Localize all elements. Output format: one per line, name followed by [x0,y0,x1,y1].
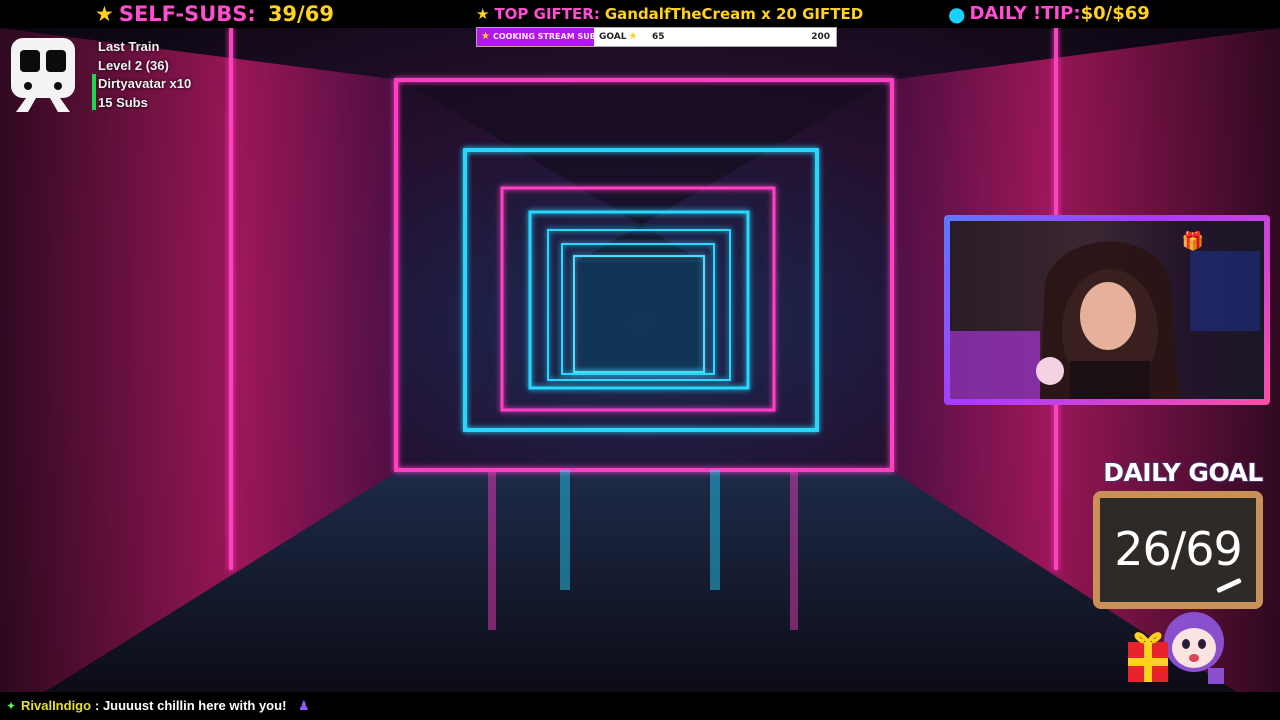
train-level: Level 2 (36) [98,57,169,73]
piggy-bank-icon: ● [948,2,966,26]
self-subs-counter: ★ SELF-SUBS: 39/69 [95,0,334,28]
goal-current: 65 [652,32,665,42]
train-icon [11,38,75,112]
chat-username: RivalIndigo [21,698,92,713]
goal-word-text: GOAL [599,32,627,42]
daily-goal-value: 26/69 [1114,522,1243,576]
webcam-feed: 🎁 [950,221,1264,399]
top-gifter-value: GandalfTheCream x 20 GIFTED [604,5,864,23]
chat-ticker: ✦ RivalIndigo : Juuuust chillin here wit… [0,692,1280,720]
mascot-with-gift [1128,612,1224,684]
hype-train-widget: Last Train Level 2 (36) Dirtyavatar x10 … [8,36,208,114]
goal-max: 200 [811,32,830,42]
daily-tip-value: $0/$69 [1080,3,1150,24]
star-icon: ★ [628,31,638,42]
top-gifter-label: TOP GIFTER: [494,5,600,23]
star-icon: ★ [95,2,114,26]
star-icon: ★ [476,5,490,23]
sub-goal-bar: ★ COOKING STREAM SUB GOAL ★ 65 200 [476,27,837,47]
chalk-icon [1216,577,1242,594]
daily-goal-title: DAILY GOAL [1102,457,1264,488]
goal-label-text: COOKING STREAM SUB [492,32,596,41]
webcam-scene [950,241,1260,399]
emote-icon: ♟ [298,698,310,713]
goal-title: ★ COOKING STREAM SUB [481,28,596,46]
train-details: Last Train Level 2 (36) Dirtyavatar x10 … [98,38,238,112]
daily-tip-counter: ● DAILY !TIP: $0/$69 [948,0,1150,28]
self-subs-label: SELF-SUBS: [118,2,256,26]
train-subs: 15 Subs [98,94,148,110]
webcam-frame: 🎁 [944,215,1270,405]
sparkle-icon: ✦ [6,699,17,713]
daily-goal-chalkboard: 26/69 [1093,491,1263,609]
gift-icon: 🎁 [1181,231,1204,251]
self-subs-value: 39/69 [267,2,334,26]
top-gifter: ★ TOP GIFTER: GandalfTheCream x 20 GIFTE… [476,0,863,28]
chat-message: : Juuuust chillin here with you! [95,698,287,713]
star-icon: ★ [481,31,490,42]
goal-word: GOAL ★ [599,28,642,46]
train-top-contributor: Dirtyavatar x10 [98,76,192,91]
top-bar: ★ SELF-SUBS: 39/69 ★ TOP GIFTER: Gandalf… [0,0,1280,28]
train-title: Last Train [98,39,160,54]
train-progress-bar [92,74,96,110]
daily-tip-label: DAILY !TIP: [969,3,1081,24]
